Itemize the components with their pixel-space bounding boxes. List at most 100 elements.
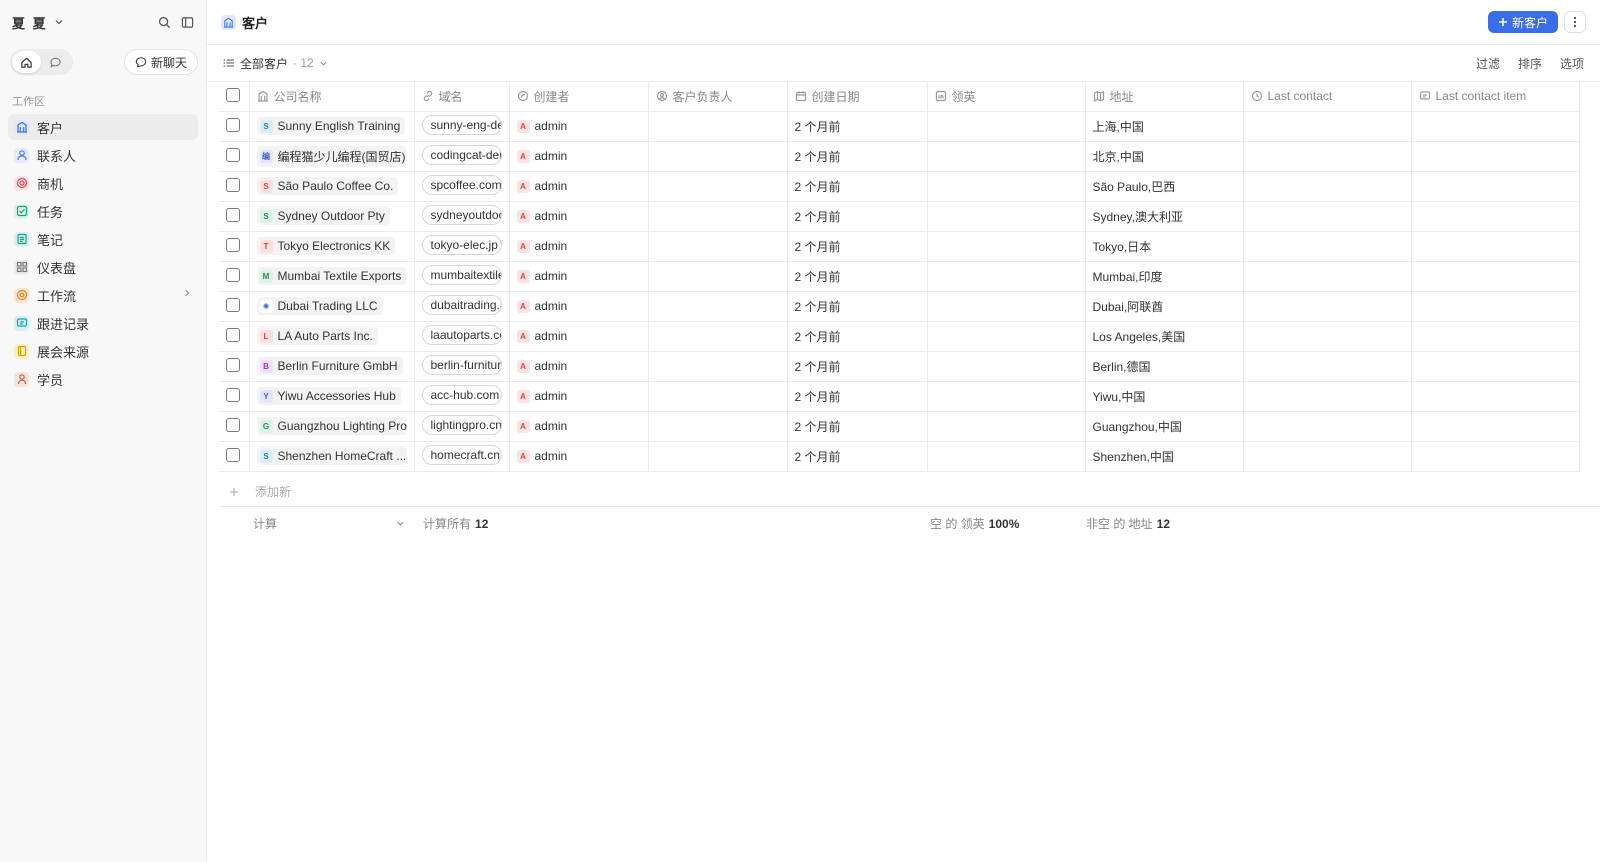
owner-cell[interactable] [648, 201, 788, 232]
company-cell[interactable]: S Shenzhen HomeCraft ... [249, 441, 415, 472]
address-cell[interactable]: Sydney,澳大利亚 [1085, 201, 1244, 232]
company-chip[interactable]: G Guangzhou Lighting Pro [256, 417, 407, 435]
table-row[interactable]: L LA Auto Parts Inc. laautoparts.com Aadm… [219, 321, 1580, 352]
linkedin-cell[interactable] [927, 231, 1086, 262]
options-button[interactable]: 选项 [1560, 55, 1584, 72]
sidebar-item[interactable]: 笔记 [8, 226, 198, 252]
domain-link[interactable]: sunny-eng-demo.com [421, 114, 502, 135]
new-customer-button[interactable]: 新客户 [1487, 11, 1558, 33]
workspace-name[interactable]: 夏 夏 [12, 13, 48, 32]
column-header[interactable]: Last contact [1243, 82, 1412, 112]
owner-cell[interactable] [648, 141, 788, 172]
column-header[interactable]: 域名 [414, 82, 510, 112]
sort-button[interactable]: 排序 [1518, 55, 1542, 72]
row-checkbox[interactable] [226, 117, 240, 132]
table-row[interactable]: S Sydney Outdoor Pty sydneyoutdoor.com.au… [219, 201, 1580, 232]
last-contact-cell[interactable] [1243, 171, 1412, 202]
address-cell[interactable]: Berlin,德国 [1085, 351, 1244, 382]
column-header[interactable]: 公司名称 [249, 82, 415, 112]
company-cell[interactable]: ✺ Dubai Trading LLC [249, 291, 415, 322]
last-contact-cell[interactable] [1243, 261, 1412, 292]
linkedin-cell[interactable] [927, 381, 1086, 412]
table-row[interactable]: ✺ Dubai Trading LLC dubaitrading.ae Aadmi… [219, 291, 1580, 322]
company-chip[interactable]: T Tokyo Electronics KK [256, 237, 396, 255]
domain-cell[interactable]: spcoffee.com.br [414, 171, 510, 202]
address-cell[interactable]: Mumbai,印度 [1085, 261, 1244, 292]
owner-cell[interactable] [648, 111, 788, 142]
domain-link[interactable]: homecraft.cn [421, 444, 502, 465]
new-chat-button[interactable]: 新聊天 [124, 49, 198, 75]
company-chip[interactable]: Y Yiwu Accessories Hub [256, 387, 401, 405]
company-cell[interactable]: G Guangzhou Lighting Pro [249, 411, 415, 442]
table-row[interactable]: S Sunny English Training sunny-eng-demo.c… [219, 111, 1580, 142]
row-checkbox[interactable] [226, 267, 240, 282]
linkedin-cell[interactable] [927, 261, 1086, 292]
table-row[interactable]: M Mumbai Textile Exports mumbaitextile.in… [219, 261, 1580, 292]
domain-link[interactable]: laautoparts.com [421, 324, 502, 345]
domain-link[interactable]: spcoffee.com.br [421, 174, 502, 195]
domain-cell[interactable]: codingcat-demo.com [414, 141, 510, 172]
company-chip[interactable]: S Sunny English Training [256, 117, 406, 135]
domain-link[interactable]: tokyo-elec.jp [421, 234, 502, 255]
last-contact-item-cell[interactable] [1411, 171, 1580, 202]
sidebar-item[interactable]: 仪表盘 [8, 254, 198, 280]
last-contact-cell[interactable] [1243, 201, 1412, 232]
chat-tab[interactable] [41, 51, 70, 73]
sidebar-item[interactable]: 工作流 [8, 282, 198, 308]
domain-cell[interactable]: mumbaitextile.in [414, 261, 510, 292]
last-contact-item-cell[interactable] [1411, 141, 1580, 172]
company-chip[interactable]: S Shenzhen HomeCraft ... [256, 447, 407, 465]
owner-cell[interactable] [648, 321, 788, 352]
owner-cell[interactable] [648, 291, 788, 322]
last-contact-cell[interactable] [1243, 111, 1412, 142]
domain-link[interactable]: lightingpro.cn [421, 414, 502, 435]
home-tab[interactable] [12, 51, 41, 73]
domain-link[interactable]: acc-hub.com [421, 384, 502, 405]
domain-link[interactable]: berlin-furniture.de [421, 354, 502, 375]
calc-address[interactable]: 非空 的 地址 12 [1078, 515, 1238, 532]
table-row[interactable]: Y Yiwu Accessories Hub acc-hub.com Aadmin… [219, 381, 1580, 412]
column-header[interactable]: 领英 [927, 82, 1086, 112]
last-contact-cell[interactable] [1243, 321, 1412, 352]
address-cell[interactable]: 北京,中国 [1085, 141, 1244, 172]
row-checkbox[interactable] [226, 177, 240, 192]
address-cell[interactable]: Shenzhen,中国 [1085, 441, 1244, 472]
column-header[interactable]: 地址 [1085, 82, 1244, 112]
column-header[interactable]: Last contact item [1411, 82, 1580, 112]
domain-cell[interactable]: dubaitrading.ae [414, 291, 510, 322]
calc-linkedin[interactable]: 空 的 领英 100% [922, 515, 1078, 532]
owner-cell[interactable] [648, 171, 788, 202]
last-contact-item-cell[interactable] [1411, 351, 1580, 382]
row-checkbox[interactable] [226, 387, 240, 402]
company-cell[interactable]: S Sydney Outdoor Pty [249, 201, 415, 232]
table-row[interactable]: B Berlin Furniture GmbH berlin-furniture.… [219, 351, 1580, 382]
company-cell[interactable]: Y Yiwu Accessories Hub [249, 381, 415, 412]
domain-link[interactable]: sydneyoutdoor.com.au [421, 204, 502, 225]
company-chip[interactable]: ✺ Dubai Trading LLC [256, 297, 383, 315]
table-row[interactable]: S Shenzhen HomeCraft ... homecraft.cn Aad… [219, 441, 1580, 472]
sidebar-toggle-icon[interactable] [181, 16, 194, 29]
sidebar-item[interactable]: 跟进记录 [8, 310, 198, 336]
sidebar-item[interactable]: 客户 [8, 114, 198, 140]
company-chip[interactable]: S Sydney Outdoor Pty [256, 207, 390, 225]
linkedin-cell[interactable] [927, 291, 1086, 322]
last-contact-item-cell[interactable] [1411, 111, 1580, 142]
company-chip[interactable]: M Mumbai Textile Exports [256, 267, 407, 285]
domain-link[interactable]: codingcat-demo.com [421, 144, 502, 165]
search-icon[interactable] [158, 16, 171, 29]
last-contact-item-cell[interactable] [1411, 231, 1580, 262]
linkedin-cell[interactable] [927, 411, 1086, 442]
sidebar-item[interactable]: 任务 [8, 198, 198, 224]
linkedin-cell[interactable] [927, 321, 1086, 352]
company-chip[interactable]: L LA Auto Parts Inc. [256, 327, 378, 345]
owner-cell[interactable] [648, 411, 788, 442]
address-cell[interactable]: Guangzhou,中国 [1085, 411, 1244, 442]
linkedin-cell[interactable] [927, 201, 1086, 232]
table-row[interactable]: 编编程猫少儿编程(国贸店) codingcat-demo.com Aadmin … [219, 141, 1580, 172]
linkedin-cell[interactable] [927, 111, 1086, 142]
company-cell[interactable]: M Mumbai Textile Exports [249, 261, 415, 292]
row-checkbox[interactable] [226, 297, 240, 312]
sidebar-item[interactable]: 商机 [8, 170, 198, 196]
row-checkbox[interactable] [226, 357, 240, 372]
linkedin-cell[interactable] [927, 171, 1086, 202]
